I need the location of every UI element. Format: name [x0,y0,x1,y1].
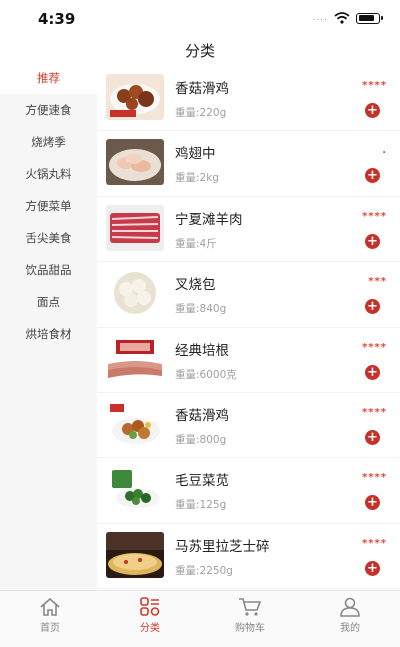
status-bar: 4:39 .... [0,0,400,36]
list-item[interactable]: 宁夏滩羊肉 重量:4斤 **** + [97,197,400,263]
list-item[interactable]: 毛豆菜苋 重量:125g **** + [97,458,400,524]
product-price: . [382,145,387,157]
add-to-cart-button[interactable]: + [365,168,380,184]
bottom-tab-bar: 首页 分类 购物车 我的 [0,590,400,647]
status-indicators: .... [312,12,383,24]
category-icon [140,597,160,616]
product-name: 香菇滑鸡 [175,81,229,97]
product-name: 香菇滑鸡 [175,407,229,424]
sidebar-item-hotpot[interactable]: 火锅丸料 [0,158,97,190]
sidebar-item-recommend[interactable]: 推荐 [0,62,97,94]
list-item[interactable]: 鸡翅中 重量:2kg . + [97,131,400,197]
add-to-cart-button[interactable]: + [365,103,380,118]
product-name: 经典培根 [175,342,229,359]
list-item[interactable]: 叉烧包 重量:840g *** + [97,262,400,328]
add-to-cart-button[interactable]: + [365,364,380,380]
sidebar-item-label: 烧烤季 [31,135,66,149]
tab-category[interactable]: 分类 [100,591,200,647]
sidebar-item-baking[interactable]: 烘培食材 [0,318,97,350]
product-weight: 重量:2kg [175,172,219,185]
add-to-cart-button[interactable]: + [365,233,380,249]
product-weight: 重量:800g [175,433,227,446]
battery-icon [356,12,383,24]
sidebar-item-pastry[interactable]: 面点 [0,286,97,318]
tab-cart[interactable]: 购物车 [200,591,300,647]
sidebar-item-easy-dishes[interactable]: 方便菜单 [0,190,97,222]
sidebar-item-delicacies[interactable]: 舌尖美食 [0,222,97,254]
tab-home[interactable]: 首页 [0,591,100,647]
category-sidebar: 推荐 方便速食 烧烤季 火锅丸料 方便菜单 舌尖美食 饮品甜品 面点 烘培食材 [0,62,97,590]
product-price: **** [362,537,387,549]
user-icon [340,597,360,617]
add-to-cart-button[interactable]: + [365,429,380,445]
signal-icon: .... [312,13,328,23]
list-item[interactable]: 香菇滑鸡 重量:800g **** + [97,393,400,459]
list-item[interactable]: 马苏里拉芝士碎 重量:2250g **** + [97,524,400,590]
product-name: 鸡翅中 [175,146,216,163]
cart-icon [239,598,262,616]
product-price: **** [362,406,387,418]
tab-profile[interactable]: 我的 [300,591,400,647]
product-price: **** [362,80,387,91]
add-to-cart-button[interactable]: + [365,560,380,576]
list-item[interactable]: 香菇滑鸡 重量:220g **** + [97,66,400,132]
product-name: 宁夏滩羊肉 [175,211,243,228]
sidebar-item-label: 舌尖美食 [25,231,72,245]
product-image [106,74,164,120]
product-weight: 重量:4斤 [175,237,217,250]
product-weight: 重量:6000克 [175,368,237,381]
tab-label: 我的 [340,623,360,634]
product-weight: 重量:2250g [175,564,233,577]
product-weight: 重量:125g [175,499,227,512]
product-name: 马苏里拉芝士碎 [175,538,270,555]
product-image [106,204,164,251]
sidebar-item-label: 烘培食材 [25,327,72,341]
product-image [106,400,164,447]
product-list: 香菇滑鸡 重量:220g **** + 鸡翅中 重量:2kg . + 宁夏滩羊肉… [97,66,400,590]
sidebar-item-label: 方便菜单 [25,199,72,213]
list-item[interactable]: 经典培根 重量:6000克 **** + [97,328,400,393]
product-image [106,270,164,317]
status-time: 4:39 [38,10,76,28]
add-to-cart-button[interactable]: + [365,495,380,511]
product-price: **** [362,341,387,353]
product-name: 叉烧包 [175,277,216,294]
sidebar-item-label: 饮品甜品 [25,263,72,277]
product-image [106,335,164,382]
product-image [106,466,164,513]
product-weight: 重量:220g [175,107,227,119]
sidebar-item-label: 方便速食 [25,103,72,117]
tab-label: 购物车 [235,623,265,634]
home-icon [40,597,60,616]
wifi-icon [334,12,350,24]
page-title: 分类 [184,42,215,60]
product-image [106,139,164,186]
product-weight: 重量:840g [175,303,227,316]
product-name: 毛豆菜苋 [175,473,229,490]
sidebar-item-instant-food[interactable]: 方便速食 [0,94,97,126]
product-price: **** [362,472,387,484]
sidebar-item-label: 面点 [37,295,60,309]
tab-label: 首页 [40,623,60,634]
sidebar-item-bbq[interactable]: 烧烤季 [0,126,97,158]
product-price: *** [368,276,387,288]
tab-label: 分类 [140,623,160,634]
sidebar-item-drinks-desserts[interactable]: 饮品甜品 [0,254,97,286]
battery-level [358,15,374,21]
product-image [106,531,164,578]
add-to-cart-button[interactable]: + [365,299,380,315]
sidebar-item-label: 推荐 [37,71,60,85]
product-price: **** [362,210,387,222]
sidebar-item-label: 火锅丸料 [25,167,72,181]
